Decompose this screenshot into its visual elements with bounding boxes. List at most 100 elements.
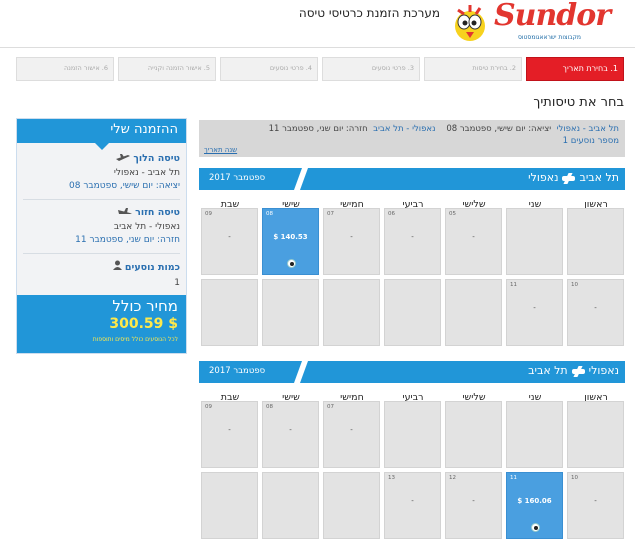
day-number: 07	[327, 404, 334, 410]
calendar-day	[323, 279, 380, 346]
calendar-day[interactable]: 09 -	[201, 401, 258, 468]
passengers-heading: כמות נוסעים	[23, 260, 180, 273]
summary-return-date: חזרה: יום שני, ספטמבר 11	[268, 124, 368, 134]
route-from: תל אביב	[579, 171, 619, 184]
day-price: -	[350, 426, 353, 434]
calendar-day-selected[interactable]: 11 $ 160.06	[506, 472, 563, 539]
summary-outbound-date: יציאה: יום שישי, ספטמבר 08	[446, 124, 552, 134]
panel-notch	[94, 143, 109, 150]
return-date: חזרה: יום שני, ספטמבר 11	[75, 235, 180, 245]
calendar-day[interactable]: 12 -	[445, 472, 502, 539]
day-price: -	[411, 233, 414, 241]
summary-outbound-route: תל אביב - נאפולי	[556, 124, 619, 134]
total-note: לכל הנוסעים כולל מיסים ותוספות	[92, 336, 178, 343]
day-number: 10	[571, 282, 578, 288]
calendar-route: נאפולי תל אביב	[528, 364, 619, 377]
selected-radio-icon[interactable]	[287, 259, 296, 268]
change-date-link[interactable]: שנה תאריך	[204, 146, 237, 154]
calendar-day[interactable]: 05 -	[445, 208, 502, 275]
calendar-day	[445, 279, 502, 346]
total-label: מחיר כולל	[112, 297, 178, 315]
total-price: $ 300.59	[109, 316, 178, 332]
day-number: 06	[388, 211, 395, 217]
summary-passengers: מספר נוסעים 1	[562, 136, 619, 146]
calendar-day-selected[interactable]: 08 $ 140.53	[262, 208, 319, 275]
day-price: -	[411, 497, 414, 505]
divider	[23, 253, 180, 254]
day-number: 08	[266, 404, 273, 410]
calendar-day	[567, 208, 624, 275]
plane-takeoff-icon	[116, 154, 131, 161]
passengers-section: כמות נוסעים 1	[23, 260, 180, 290]
day-price: -	[228, 426, 231, 434]
day-number: 13	[388, 475, 395, 481]
my-booking-panel: ההזמנה שלי טיסה הלוך תל אביב - נאפולי יצ…	[16, 118, 187, 354]
booking-steps: 6. אישור הזמנה 5. אישור הזמנה וקנייה 4. …	[16, 57, 626, 81]
logo-wordmark: Sundor	[494, 0, 611, 33]
step-2[interactable]: 2. בחירת טיסות	[424, 57, 522, 81]
return-heading: טיסה חזור	[23, 207, 180, 218]
calendar-day	[567, 401, 624, 468]
total-price-box: מחיר כולל $ 300.59 לכל הנוסעים כולל מיסי…	[17, 295, 186, 353]
day-price: -	[533, 304, 536, 312]
calendar-day	[506, 208, 563, 275]
outbound-date: יציאה: יום שישי, ספטמבר 08	[69, 181, 180, 191]
route-to: תל אביב	[528, 364, 568, 377]
calendar-day	[384, 401, 441, 468]
calendar-day[interactable]: 13 -	[384, 472, 441, 539]
site-header: מערכת הזמנת כרטיסי טיסה Sundor מקבוצות י…	[0, 0, 635, 48]
header-separator	[293, 168, 309, 190]
step-1-active[interactable]: 1. בחירת תאריך	[526, 57, 624, 81]
calendar-day[interactable]: 08 -	[262, 401, 319, 468]
site-title: מערכת הזמנת כרטיסי טיסה	[298, 6, 440, 20]
day-number: 11	[510, 282, 517, 288]
my-booking-title: ההזמנה שלי	[17, 119, 186, 143]
sundor-logo[interactable]: Sundor מקבוצות ישראאגומסטוס	[448, 0, 624, 46]
calendar-day[interactable]: 10 -	[567, 279, 624, 346]
calendar-day	[201, 279, 258, 346]
calendar-day[interactable]: 11 -	[506, 279, 563, 346]
day-number: 09	[205, 404, 212, 410]
day-price: -	[228, 233, 231, 241]
day-price: -	[472, 497, 475, 505]
booking-page: מערכת הזמנת כרטיסי טיסה Sundor מקבוצות י…	[0, 0, 635, 558]
step-5[interactable]: 5. אישור הזמנה וקנייה	[118, 57, 216, 81]
step-3[interactable]: 3. פרטי נוסעים	[322, 57, 420, 81]
step-6[interactable]: 6. אישור הזמנה	[16, 57, 114, 81]
plane-icon	[562, 175, 576, 181]
calendar-route: תל אביב נאפולי	[528, 171, 619, 184]
plane-icon	[571, 368, 585, 374]
route-to: נאפולי	[528, 171, 559, 184]
day-number: 07	[327, 211, 334, 217]
calendar-day[interactable]: 10 -	[567, 472, 624, 539]
calendar-day[interactable]: 07 -	[323, 208, 380, 275]
day-number: 08	[266, 211, 273, 217]
calendar-day	[201, 472, 258, 539]
calendar-day[interactable]: 07 -	[323, 401, 380, 468]
return-flight-section: טיסה חזור נאפולי - תל אביב חזרה: יום שני…	[23, 207, 180, 247]
return-route: נאפולי - תל אביב	[113, 222, 180, 232]
day-price: $ 160.06	[517, 497, 552, 505]
divider	[23, 199, 180, 200]
calendar-day[interactable]: 09 -	[201, 208, 258, 275]
calendar-day	[262, 472, 319, 539]
outbound-route: תל אביב - נאפולי	[113, 168, 180, 178]
calendar-month: ספטמבר 2017	[209, 366, 266, 376]
summary-return-route: נאפולי - תל אביב	[373, 124, 436, 134]
bird-mascot-icon	[455, 5, 485, 41]
logo-subtitle: מקבוצות ישראאגומסטוס	[516, 34, 583, 41]
step-4[interactable]: 4. פרטי נוסעים	[220, 57, 318, 81]
outbound-flight-section: טיסה הלוך תל אביב - נאפולי יציאה: יום שי…	[23, 153, 180, 193]
calendar-month: ספטמבר 2017	[209, 173, 266, 183]
outbound-heading: טיסה הלוך	[23, 153, 180, 164]
day-number: 12	[449, 475, 456, 481]
calendar-day[interactable]: 06 -	[384, 208, 441, 275]
plane-landing-icon	[117, 208, 132, 214]
day-number: 05	[449, 211, 456, 217]
day-price: -	[472, 233, 475, 241]
day-price: -	[289, 426, 292, 434]
summary-line-1: תל אביב - נאפולי יציאה: יום שישי, ספטמבר…	[205, 124, 619, 134]
day-number: 11	[510, 475, 517, 481]
calendar-day	[323, 472, 380, 539]
selected-radio-icon[interactable]	[531, 523, 540, 532]
